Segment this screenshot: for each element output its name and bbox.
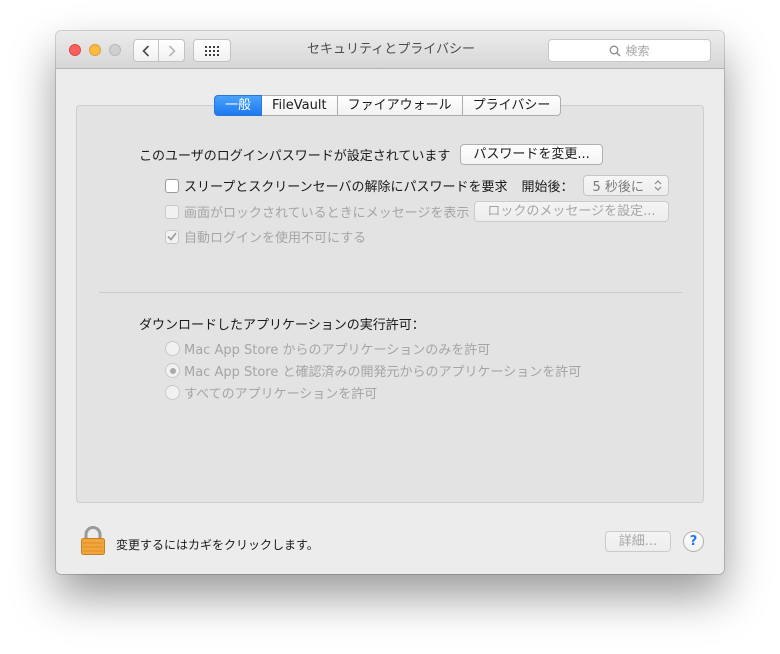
password-delay-select[interactable]: 5 秒後に [583, 175, 669, 196]
download-option-appstore[interactable]: Mac App Store からのアプリケーションのみを許可 [165, 339, 490, 358]
radio-identified[interactable] [165, 363, 180, 378]
download-option-anywhere[interactable]: すべてのアプリケーションを許可 [165, 383, 377, 402]
tab-firewall[interactable]: ファイアウォール [337, 95, 463, 116]
section-divider [99, 292, 682, 293]
radio-appstore[interactable] [165, 341, 180, 356]
tab-general[interactable]: 一般 [214, 95, 263, 116]
tab-filevault[interactable]: FileVault [262, 95, 338, 116]
minimize-button[interactable] [89, 44, 101, 56]
downloads-heading: ダウンロードしたアプリケーションの実行許可： [139, 318, 425, 333]
zoom-button[interactable] [109, 44, 121, 56]
disable-autologin-checkbox[interactable] [165, 229, 179, 244]
search-icon [610, 45, 621, 56]
lock-hint-text: 変更するにはカギをクリックします。 [116, 538, 319, 552]
help-button[interactable]: ? [683, 531, 704, 552]
grid-icon [205, 45, 219, 56]
password-delay-value: 5 秒後に [592, 180, 644, 195]
lock-message-checkbox[interactable] [165, 204, 179, 219]
tab-bar: 一般 FileVault ファイアウォール プライバシー [214, 95, 562, 116]
details-button[interactable]: 詳細... [605, 531, 671, 552]
lock-icon [81, 526, 105, 555]
lock-message-row: 画面がロックされているときにメッセージを表示 ロックのメッセージを設定... [165, 201, 669, 222]
change-password-button[interactable]: パスワードを変更... [460, 144, 603, 165]
require-password-row: スリープとスクリーンセーバの解除にパスワードを要求 開始後： 5 秒後に [165, 175, 669, 196]
show-all-button[interactable] [193, 39, 231, 62]
require-password-checkbox[interactable] [165, 178, 179, 193]
stepper-icon [654, 180, 662, 191]
checkmark-icon [167, 232, 177, 241]
set-lock-message-button[interactable]: ロックのメッセージを設定... [474, 201, 669, 222]
autologin-row: 自動ログインを使用不可にする [165, 227, 366, 246]
back-button[interactable] [133, 39, 159, 62]
chevron-right-icon [168, 44, 176, 57]
disable-autologin-label: 自動ログインを使用不可にする [184, 231, 367, 246]
search-field[interactable]: 検索 [548, 39, 711, 62]
navigation-buttons [133, 39, 185, 62]
search-placeholder: 検索 [625, 44, 650, 58]
radio-appstore-label: Mac App Store からのアプリケーションのみを許可 [184, 343, 491, 358]
window-title: セキュリティとプライバシー [307, 42, 475, 57]
general-panel: このユーザのログインパスワードが設定されています パスワードを変更... スリー… [76, 105, 704, 503]
lock-button[interactable] [80, 526, 106, 556]
preferences-window: セキュリティとプライバシー 検索 一般 FileVault ファイアウォール プ… [56, 31, 724, 574]
downloads-heading-row: ダウンロードしたアプリケーションの実行許可： [139, 314, 425, 333]
forward-button[interactable] [159, 39, 185, 62]
title-bar: セキュリティとプライバシー 検索 [56, 31, 724, 69]
chevron-left-icon [142, 44, 150, 57]
start-after-label: 開始後： [521, 180, 574, 195]
radio-selected-dot [169, 367, 176, 374]
require-password-label: スリープとスクリーンセーバの解除にパスワードを要求 [184, 180, 508, 195]
close-button[interactable] [69, 44, 81, 56]
radio-identified-label: Mac App Store と確認済みの開発元からのアプリケーションを許可 [184, 365, 582, 380]
radio-anywhere[interactable] [165, 385, 180, 400]
download-option-identified[interactable]: Mac App Store と確認済みの開発元からのアプリケーションを許可 [165, 361, 581, 380]
lock-message-label: 画面がロックされているときにメッセージを表示 [184, 206, 470, 221]
password-row: このユーザのログインパスワードが設定されています パスワードを変更... [139, 144, 603, 165]
tab-privacy[interactable]: プライバシー [462, 95, 562, 116]
password-set-label: このユーザのログインパスワードが設定されています [139, 149, 451, 164]
radio-anywhere-label: すべてのアプリケーションを許可 [184, 387, 378, 402]
